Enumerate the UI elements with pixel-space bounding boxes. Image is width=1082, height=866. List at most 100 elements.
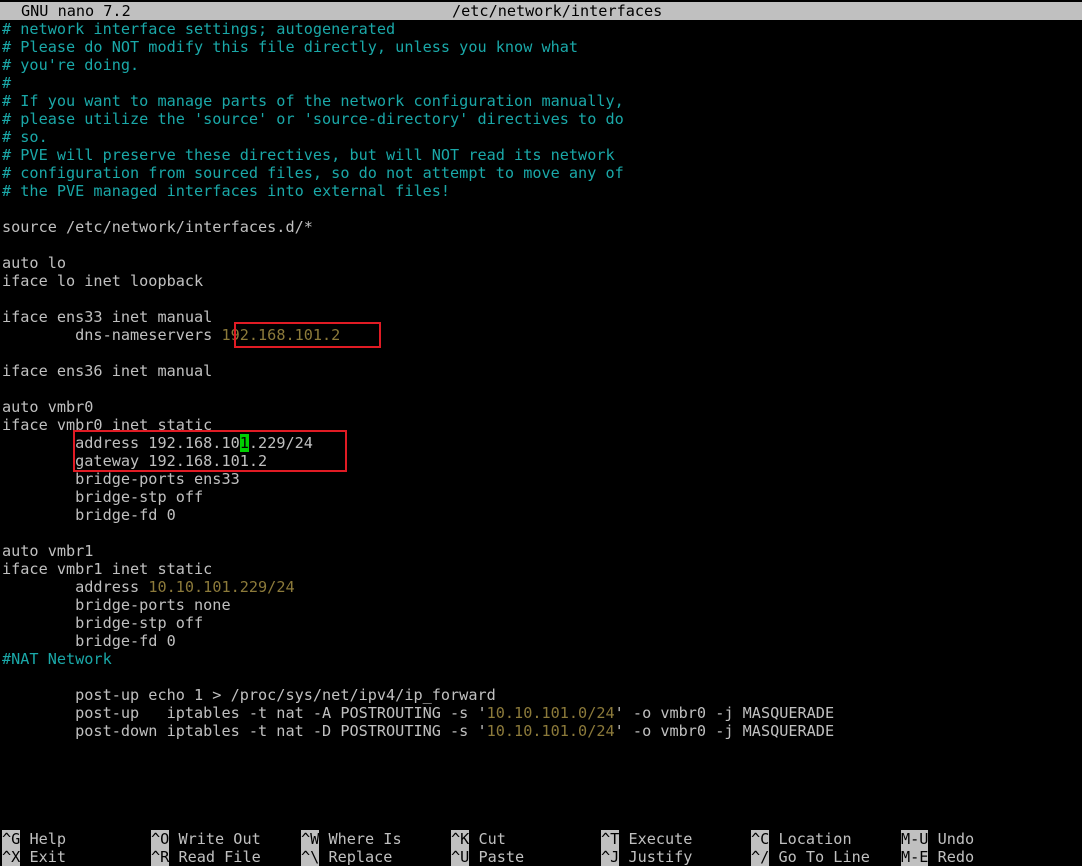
editor-line[interactable]: bridge-ports none <box>2 596 1080 614</box>
editor-line[interactable]: iface ens36 inet manual <box>2 362 1080 380</box>
editor-line[interactable]: iface vmbr1 inet static <box>2 560 1080 578</box>
editor-line[interactable]: # PVE will preserve these directives, bu… <box>2 146 1080 164</box>
shortcut-paste[interactable]: ^U Paste <box>451 848 524 866</box>
code-text: auto vmbr0 <box>2 398 94 416</box>
editor-line[interactable]: bridge-stp off <box>2 614 1080 632</box>
shortcut-key: M-U <box>901 830 929 848</box>
shortcut-label: Read File <box>169 848 261 866</box>
editor-line[interactable]: # please utilize the 'source' or 'source… <box>2 110 1080 128</box>
editor-line[interactable]: # Please do NOT modify this file directl… <box>2 38 1080 56</box>
shortcut-exit[interactable]: ^X Exit <box>2 848 66 866</box>
editor-line[interactable]: bridge-stp off <box>2 488 1080 506</box>
editor-line[interactable]: # the PVE managed interfaces into extern… <box>2 182 1080 200</box>
shortcut-undo[interactable]: M-U Undo <box>901 830 974 848</box>
editor-line[interactable]: # If you want to manage parts of the net… <box>2 92 1080 110</box>
editor-line[interactable]: # network interface settings; autogenera… <box>2 20 1080 38</box>
code-text: ' -o vmbr0 -j MASQUERADE <box>614 722 835 740</box>
shortcut-key: ^W <box>301 830 320 848</box>
editor-line[interactable]: post-up echo 1 > /proc/sys/net/ipv4/ip_f… <box>2 686 1080 704</box>
editor-line[interactable]: bridge-fd 0 <box>2 506 1080 524</box>
shortcut-key: ^K <box>451 830 470 848</box>
comment-text: # PVE will preserve these directives, bu… <box>2 146 615 164</box>
code-text: post-up echo 1 > /proc/sys/net/ipv4/ip_f… <box>2 686 496 704</box>
editor-line[interactable]: address 10.10.101.229/24 <box>2 578 1080 596</box>
shortcut-label: Cut <box>469 830 506 848</box>
editor-line[interactable]: bridge-ports ens33 <box>2 470 1080 488</box>
code-text: bridge-ports ens33 <box>2 470 240 488</box>
code-text: iface ens36 inet manual <box>2 362 213 380</box>
editor-line[interactable]: iface ens33 inet manual <box>2 308 1080 326</box>
editor-line[interactable]: # <box>2 74 1080 92</box>
editor-line[interactable] <box>2 200 1080 218</box>
code-text: iface lo inet loopback <box>2 272 204 290</box>
editor-line[interactable]: # so. <box>2 128 1080 146</box>
number-text: 10.10.101.0/24 <box>486 704 615 722</box>
code-text: address <box>2 578 149 596</box>
shortcut-execute[interactable]: ^T Execute <box>601 830 692 848</box>
editor-line[interactable]: gateway 192.168.101.2 <box>2 452 1080 470</box>
shortcut-key: M-E <box>901 848 929 866</box>
code-text: source /etc/network/interfaces.d/* <box>2 218 313 236</box>
comment-text: # please utilize the 'source' or 'source… <box>2 110 624 128</box>
shortcut-write-out[interactable]: ^O Write Out <box>151 830 261 848</box>
comment-text: # If you want to manage parts of the net… <box>2 92 624 110</box>
file-path: /etc/network/interfaces <box>452 2 663 20</box>
shortcut-key: ^O <box>151 830 170 848</box>
editor-line[interactable]: address 192.168.101.229/24 <box>2 434 1080 452</box>
shortcut-key: ^X <box>2 848 21 866</box>
editor-line[interactable]: auto vmbr1 <box>2 542 1080 560</box>
editor-line[interactable] <box>2 290 1080 308</box>
shortcut-cut[interactable]: ^K Cut <box>451 830 506 848</box>
shortcut-redo[interactable]: M-E Redo <box>901 848 974 866</box>
editor-line[interactable]: auto lo <box>2 254 1080 272</box>
comment-text: # you're doing. <box>2 56 140 74</box>
comment-text: #NAT Network <box>2 650 112 668</box>
shortcut-where-is[interactable]: ^W Where Is <box>301 830 402 848</box>
editor-line[interactable] <box>2 524 1080 542</box>
editor-line[interactable] <box>2 668 1080 686</box>
shortcut-location[interactable]: ^C Location <box>751 830 852 848</box>
shortcut-label: Undo <box>928 830 975 848</box>
number-text: 10.10.101.229/24 <box>148 578 295 596</box>
code-text: iface ens33 inet manual <box>2 308 213 326</box>
editor-line[interactable]: #NAT Network <box>2 650 1080 668</box>
editor-line[interactable] <box>2 380 1080 398</box>
code-text: bridge-fd 0 <box>2 506 176 524</box>
editor-line[interactable]: iface lo inet loopback <box>2 272 1080 290</box>
editor-buffer[interactable]: # network interface settings; autogenera… <box>2 20 1080 740</box>
shortcut-label: Help <box>20 830 67 848</box>
editor-line[interactable] <box>2 236 1080 254</box>
code-text: dns-nameservers <box>2 326 222 344</box>
shortcut-key: ^/ <box>751 848 770 866</box>
shortcut-replace[interactable]: ^\ Replace <box>301 848 392 866</box>
code-text: auto vmbr1 <box>2 542 94 560</box>
shortcut-help[interactable]: ^G Help <box>2 830 66 848</box>
editor-line[interactable]: post-up iptables -t nat -A POSTROUTING -… <box>2 704 1080 722</box>
shortcut-label: Write Out <box>169 830 261 848</box>
editor-line[interactable]: iface vmbr0 inet static <box>2 416 1080 434</box>
shortcut-label: Replace <box>319 848 393 866</box>
shortcut-justify[interactable]: ^J Justify <box>601 848 692 866</box>
editor-line[interactable]: auto vmbr0 <box>2 398 1080 416</box>
shortcut-label: Go To Line <box>769 848 870 866</box>
code-text: bridge-stp off <box>2 488 204 506</box>
editor-line[interactable]: source /etc/network/interfaces.d/* <box>2 218 1080 236</box>
code-text: bridge-fd 0 <box>2 632 176 650</box>
editor-line[interactable]: dns-nameservers 192.168.101.2 <box>2 326 1080 344</box>
shortcut-read-file[interactable]: ^R Read File <box>151 848 261 866</box>
shortcut-label: Paste <box>469 848 525 866</box>
editor-line[interactable]: # you're doing. <box>2 56 1080 74</box>
editor-line[interactable]: # configuration from sourced files, so d… <box>2 164 1080 182</box>
shortcut-go-to-line[interactable]: ^/ Go To Line <box>751 848 870 866</box>
editor-line[interactable] <box>2 344 1080 362</box>
shortcut-key: ^T <box>601 830 620 848</box>
editor-line[interactable]: bridge-fd 0 <box>2 632 1080 650</box>
comment-text: # so. <box>2 128 48 146</box>
code-text: post-up iptables -t nat -A POSTROUTING -… <box>2 704 487 722</box>
code-text: iface vmbr0 inet static <box>2 416 213 434</box>
shortcut-label: Location <box>769 830 852 848</box>
comment-text: # Please do NOT modify this file directl… <box>2 38 579 56</box>
editor-line[interactable]: post-down iptables -t nat -D POSTROUTING… <box>2 722 1080 740</box>
shortcut-label: Justify <box>619 848 693 866</box>
shortcut-key: ^U <box>451 848 470 866</box>
